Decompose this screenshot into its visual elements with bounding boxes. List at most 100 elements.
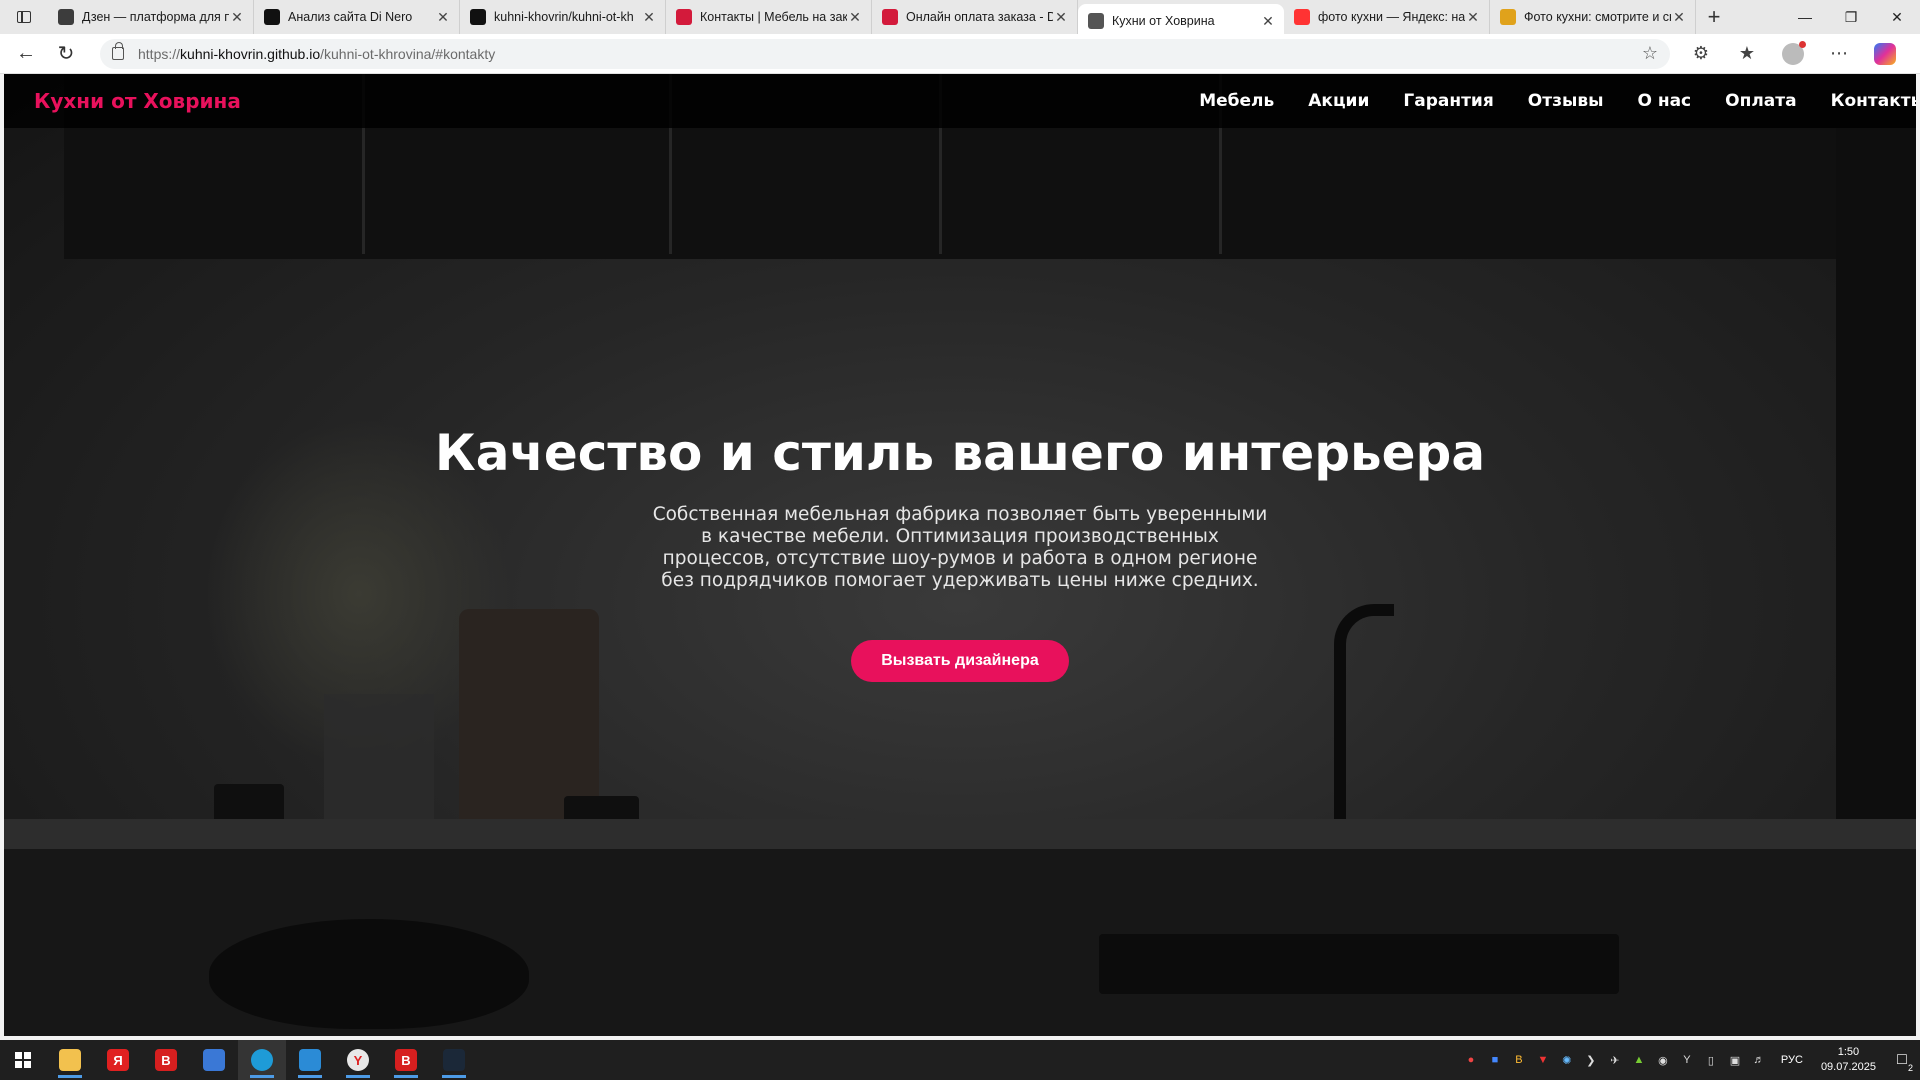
browser-tab[interactable]: Контакты | Мебель на зака ✕ [666,0,872,34]
taskbar-app[interactable] [190,1040,238,1080]
bowl-image [209,919,529,1029]
tab-title: Дзен — платформа для пр [82,10,229,24]
close-tab-icon[interactable]: ✕ [1465,9,1481,25]
taskbar-app[interactable]: B [142,1040,190,1080]
browser-tab[interactable]: фото кухни — Яндекс: нашл✕ [1284,0,1490,34]
dinero-icon [882,9,898,25]
site-header: Кухни от Ховрина Мебель Акции Гарантия О… [4,74,1916,128]
nvidia-icon[interactable]: ▲ [1629,1050,1649,1070]
reload-button[interactable]: ↻ [46,34,86,74]
tray-app-icon[interactable]: ✺ [1557,1050,1577,1070]
hero-section: Качество и стиль вашего интерьера Собств… [4,424,1916,682]
close-tab-icon[interactable]: ✕ [435,9,451,25]
tray-app-icon[interactable]: ▼ [1533,1050,1553,1070]
clock[interactable]: 1:50 09.07.2025 [1821,1045,1876,1075]
nav-link-garantiya[interactable]: Гарантия [1403,91,1493,111]
favorites-icon[interactable]: ★ [1724,34,1770,74]
close-tab-icon[interactable]: ✕ [1053,9,1069,25]
vivaldi-icon: B [395,1049,417,1071]
url-host: kuhni-khovrin.github.io [180,45,321,62]
minimize-button[interactable]: — [1782,0,1828,34]
tab-title: Фото кухни: смотрите и ск [1524,10,1671,24]
edge-icon [251,1049,273,1071]
nav-link-oplata[interactable]: Оплата [1725,91,1796,111]
copilot-icon [1874,42,1896,65]
window-controls: — ❐ ✕ [1782,0,1920,34]
close-tab-icon[interactable]: ✕ [847,9,863,25]
lock-icon [112,42,124,60]
taskbar-app[interactable]: B [382,1040,430,1080]
tab-title: Кухни от Ховрина [1112,14,1215,28]
call-designer-button[interactable]: Вызвать дизайнера [851,640,1069,682]
notification-center-button[interactable]: □ 2 [1884,1040,1920,1080]
nav-link-akcii[interactable]: Акции [1308,91,1369,111]
taskbar-app[interactable]: Y [334,1040,382,1080]
github-icon [470,9,486,25]
battery-icon[interactable]: ▯ [1701,1050,1721,1070]
close-tab-icon[interactable]: ✕ [1260,13,1276,29]
browser-tab-strip: Дзен — платформа для пр ✕ Анализ сайта Di … [0,0,1920,38]
taskbar-app[interactable] [46,1040,94,1080]
steam-tray-icon[interactable]: ◉ [1653,1050,1673,1070]
yandex-tray-icon[interactable]: Y [1677,1050,1697,1070]
close-window-button[interactable]: ✕ [1874,0,1920,34]
dinero-icon [676,9,692,25]
close-tab-icon[interactable]: ✕ [641,9,657,25]
close-tab-icon[interactable]: ✕ [229,9,245,25]
network-icon[interactable]: ▣ [1725,1050,1745,1070]
nav-link-kontakty[interactable]: Контакты [1831,91,1916,111]
start-button[interactable] [0,1040,46,1080]
volume-icon[interactable]: ♬ [1749,1050,1769,1070]
favorite-star-icon[interactable]: ☆ [1642,43,1658,64]
browser-tab[interactable]: Кухни от Ховрина ✕ [1078,4,1284,38]
yandex-icon: Я [107,1049,129,1071]
tab-title: kuhni-khovrin/kuhni-ot-kh [494,10,634,24]
browser-tab[interactable]: Онлайн оплата заказа - Di ✕ [872,0,1078,34]
nav-link-mebel[interactable]: Мебель [1199,91,1274,111]
nav-link-o-nas[interactable]: О нас [1637,91,1691,111]
browser-tab[interactable]: kuhni-khovrin/kuhni-ot-kh ✕ [460,0,666,34]
browser-toolbar: ← ↻ https://kuhni-khovrin.github.io/kuhn… [0,34,1920,74]
more-menu-icon[interactable]: ⋯ [1816,34,1862,74]
language-indicator[interactable]: РУС [1781,1054,1803,1066]
taskbar-app[interactable] [286,1040,334,1080]
extensions-icon[interactable]: ⚙ [1678,34,1724,74]
taskbar-app[interactable] [430,1040,478,1080]
nav-link-otzyvy[interactable]: Отзывы [1528,91,1604,111]
browser-tab[interactable]: Дзен — платформа для пр ✕ [48,0,254,34]
sink-image [1099,934,1619,994]
copilot-button[interactable] [1862,34,1908,74]
page-viewport: Кухни от Ховрина Мебель Акции Гарантия О… [4,74,1916,1036]
countertop [4,819,1916,849]
browser-tab[interactable]: Фото кухни: смотрите и ск ✕ [1490,0,1696,34]
tray-app-icon[interactable]: ● [1461,1050,1481,1070]
main-nav: Мебель Акции Гарантия Отзывы О нас Оплат… [1199,91,1916,111]
profile-button[interactable] [1770,34,1816,74]
system-tray: ● ■ B ▼ ✺ ❯ ✈ ▲ ◉ Y ▯ ▣ ♬ РУС 1:50 09.07… [1459,1040,1920,1080]
close-tab-icon[interactable]: ✕ [1671,9,1687,25]
browser-tab[interactable]: Анализ сайта Di Nero ✕ [254,0,460,34]
tab-actions-button[interactable] [0,0,48,34]
url-scheme: https:// [138,45,181,62]
chatgpt-icon [264,9,280,25]
taskbar-app[interactable]: Я [94,1040,142,1080]
steam-icon [443,1049,465,1071]
images-icon [1500,9,1516,25]
new-tab-button[interactable]: + [1696,0,1732,34]
url-path: /kuhni-ot-khrovina/#kontakty [320,45,496,62]
hero-description: Собственная мебельная фабрика позволяет … [652,504,1268,591]
back-button[interactable]: ← [6,34,46,74]
tray-app-icon[interactable]: ■ [1485,1050,1505,1070]
taskbar-app[interactable] [238,1040,286,1080]
globe-icon [1088,13,1104,29]
notification-count: 2 [1906,1063,1914,1073]
tray-app-icon[interactable]: ✈ [1605,1050,1625,1070]
restore-button[interactable]: ❐ [1828,0,1874,34]
yandex-icon [1294,9,1310,25]
tray-app-icon[interactable]: ❯ [1581,1050,1601,1070]
address-bar[interactable]: https://kuhni-khovrin.github.io/kuhni-ot… [100,38,1670,69]
tray-app-icon[interactable]: B [1509,1050,1529,1070]
site-logo[interactable]: Кухни от Ховрина [34,89,241,113]
vivaldi-icon: B [155,1049,177,1071]
tab-title: Контакты | Мебель на зака [700,10,847,24]
